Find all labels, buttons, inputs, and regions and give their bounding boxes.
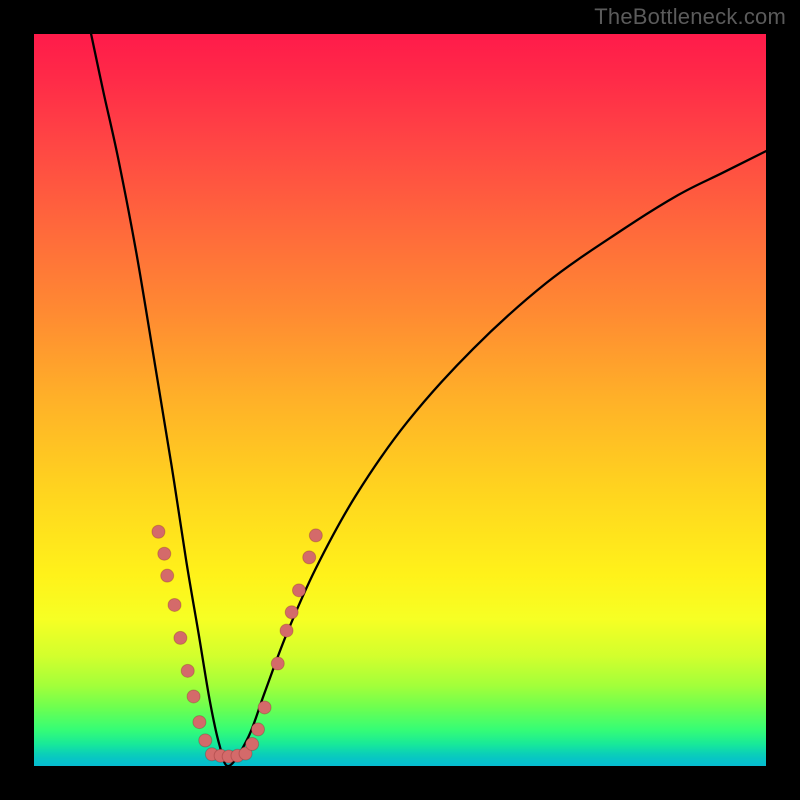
data-dot <box>246 738 259 751</box>
chart-svg <box>34 34 766 766</box>
data-dot <box>158 547 171 560</box>
data-dot <box>199 734 212 747</box>
bottleneck-curve <box>91 34 766 766</box>
data-dot <box>292 584 305 597</box>
data-dot <box>285 606 298 619</box>
data-dot <box>303 551 316 564</box>
data-dot <box>251 723 264 736</box>
data-dot <box>161 569 174 582</box>
data-dot <box>174 631 187 644</box>
data-dot <box>309 529 322 542</box>
data-dot <box>280 624 293 637</box>
watermark-text: TheBottleneck.com <box>594 4 786 30</box>
data-dots <box>152 525 322 763</box>
data-dot <box>168 598 181 611</box>
data-dot <box>193 716 206 729</box>
chart-plot-area <box>34 34 766 766</box>
data-dot <box>258 701 271 714</box>
data-dot <box>181 664 194 677</box>
data-dot <box>187 690 200 703</box>
data-dot <box>152 525 165 538</box>
data-dot <box>271 657 284 670</box>
chart-container: TheBottleneck.com <box>0 0 800 800</box>
bottleneck-curve-path <box>91 34 766 766</box>
